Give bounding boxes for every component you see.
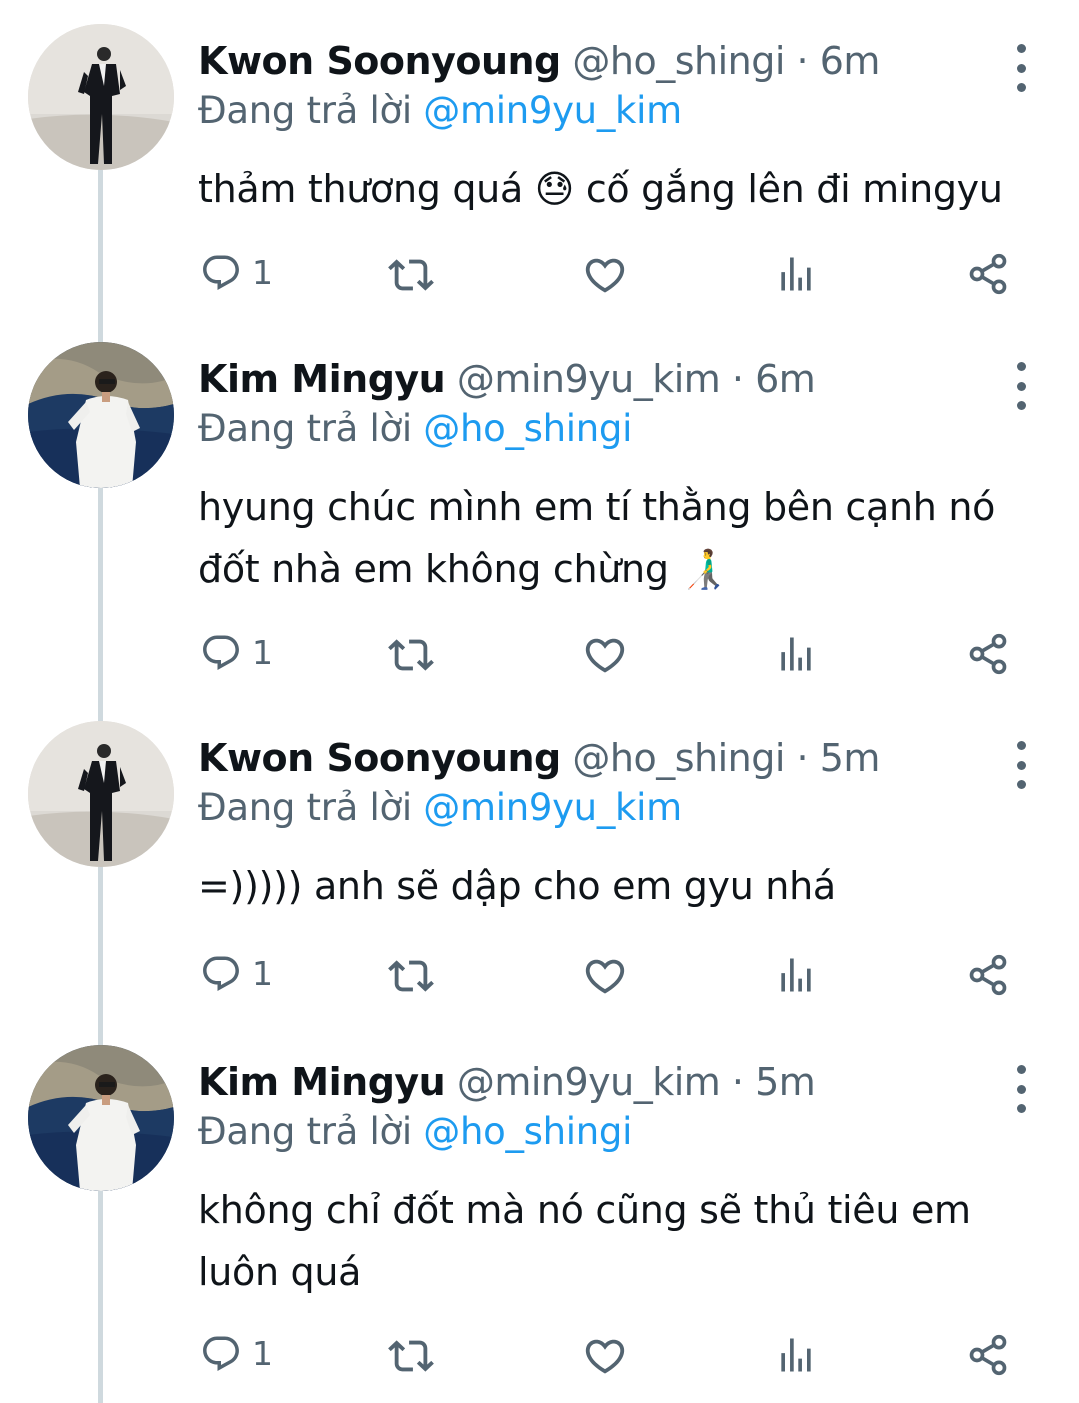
avatar-suit-photo-icon (28, 24, 174, 170)
retweet-button[interactable] (388, 252, 434, 298)
tweet-text-line: =))))) anh sẽ dập cho em gyu nhá (198, 864, 836, 908)
views-button[interactable] (774, 953, 818, 997)
retweet-button[interactable] (388, 632, 434, 678)
views-button[interactable] (774, 1333, 818, 1377)
retweet-button[interactable] (388, 953, 434, 999)
views-button[interactable] (774, 632, 818, 676)
like-button[interactable] (582, 632, 628, 678)
replying-to-prefix: Đang trả lời (198, 786, 412, 829)
separator: · (731, 357, 744, 401)
avatar[interactable] (28, 24, 174, 170)
retweet-icon (388, 632, 434, 678)
replying-to-link[interactable]: @min9yu_kim (423, 786, 682, 829)
timestamp[interactable]: 6m (820, 39, 881, 83)
separator: · (796, 39, 809, 83)
reply-icon (200, 252, 242, 294)
share-icon (966, 1333, 1010, 1377)
replying-to-link[interactable]: @ho_shingi (423, 407, 632, 450)
views-icon (774, 1333, 818, 1377)
like-button[interactable] (582, 252, 628, 298)
like-icon (582, 632, 628, 678)
tweet-header: Kwon Soonyoung @ho_shingi · 5m (198, 735, 880, 781)
reply-button[interactable]: 1 (200, 953, 273, 995)
replying-to-prefix: Đang trả lời (198, 1110, 412, 1153)
replying-to-prefix: Đang trả lời (198, 89, 412, 132)
avatar[interactable] (28, 1045, 174, 1191)
display-name[interactable]: Kim Mingyu (198, 1060, 446, 1104)
more-options-icon[interactable] (1006, 362, 1036, 410)
replying-to-prefix: Đang trả lời (198, 407, 412, 450)
views-button[interactable] (774, 252, 818, 296)
reply-count: 1 (252, 954, 273, 993)
retweet-icon (388, 252, 434, 298)
tweet-header: Kwon Soonyoung @ho_shingi · 6m (198, 38, 880, 84)
like-icon (582, 252, 628, 298)
retweet-icon (388, 953, 434, 999)
tweet-text: không chỉ đốt mà nó cũng sẽ thủ tiêu em … (198, 1179, 1038, 1303)
replying-to: Đang trả lời @min9yu_kim (198, 785, 682, 831)
user-handle[interactable]: @min9yu_kim (457, 1060, 721, 1104)
replying-to: Đang trả lời @min9yu_kim (198, 88, 682, 134)
separator: · (731, 1060, 744, 1104)
avatar[interactable] (28, 721, 174, 867)
more-options-icon[interactable] (1006, 44, 1036, 92)
views-icon (774, 953, 818, 997)
tweet-text: =))))) anh sẽ dập cho em gyu nhá (198, 855, 1038, 917)
separator: · (796, 736, 809, 780)
reply-count: 1 (252, 633, 273, 672)
timestamp[interactable]: 5m (820, 736, 881, 780)
like-icon (582, 953, 628, 999)
display-name[interactable]: Kim Mingyu (198, 357, 446, 401)
reply-button[interactable]: 1 (200, 1333, 273, 1375)
timestamp[interactable]: 5m (755, 1060, 816, 1104)
timestamp[interactable]: 6m (755, 357, 816, 401)
share-button[interactable] (966, 953, 1010, 997)
reply-icon (200, 632, 242, 674)
tweet-header: Kim Mingyu @min9yu_kim · 6m (198, 356, 816, 402)
user-handle[interactable]: @ho_shingi (572, 39, 785, 83)
display-name[interactable]: Kwon Soonyoung (198, 39, 561, 83)
avatar-sea-photo-icon (28, 342, 174, 488)
share-button[interactable] (966, 1333, 1010, 1377)
tweet-text: hyung chúc mình em tí thằng bên cạnh nó … (198, 476, 1038, 600)
tweet-text-line: không chỉ đốt mà nó cũng sẽ thủ tiêu em (198, 1188, 971, 1232)
like-button[interactable] (582, 953, 628, 999)
reply-count: 1 (252, 253, 273, 292)
replying-to: Đang trả lời @ho_shingi (198, 406, 632, 452)
reply-count: 1 (252, 1334, 273, 1373)
tweet-text-line: đốt nhà em không chừng 👨‍🦯 (198, 547, 728, 591)
avatar-sea-photo-icon (28, 1045, 174, 1191)
replying-to-link[interactable]: @ho_shingi (423, 1110, 632, 1153)
share-button[interactable] (966, 632, 1010, 676)
like-button[interactable] (582, 1333, 628, 1379)
avatar-suit-photo-icon (28, 721, 174, 867)
reply-button[interactable]: 1 (200, 252, 273, 294)
tweet-header: Kim Mingyu @min9yu_kim · 5m (198, 1059, 816, 1105)
reply-button[interactable]: 1 (200, 632, 273, 674)
share-button[interactable] (966, 252, 1010, 296)
user-handle[interactable]: @min9yu_kim (457, 357, 721, 401)
avatar[interactable] (28, 342, 174, 488)
views-icon (774, 252, 818, 296)
tweet-text-line: hyung chúc mình em tí thằng bên cạnh nó (198, 485, 996, 529)
display-name[interactable]: Kwon Soonyoung (198, 736, 561, 780)
views-icon (774, 632, 818, 676)
share-icon (966, 953, 1010, 997)
reply-icon (200, 1333, 242, 1375)
tweet-text-line: thảm thương quá 😓 cố gắng lên đi mingyu (198, 167, 1003, 211)
share-icon (966, 252, 1010, 296)
user-handle[interactable]: @ho_shingi (572, 736, 785, 780)
like-icon (582, 1333, 628, 1379)
replying-to: Đang trả lời @ho_shingi (198, 1109, 632, 1155)
replying-to-link[interactable]: @min9yu_kim (423, 89, 682, 132)
tweet-text-line: luôn quá (198, 1250, 362, 1294)
retweet-button[interactable] (388, 1333, 434, 1379)
tweet-text: thảm thương quá 😓 cố gắng lên đi mingyu (198, 158, 1038, 220)
reply-icon (200, 953, 242, 995)
more-options-icon[interactable] (1006, 741, 1036, 789)
retweet-icon (388, 1333, 434, 1379)
more-options-icon[interactable] (1006, 1065, 1036, 1113)
share-icon (966, 632, 1010, 676)
